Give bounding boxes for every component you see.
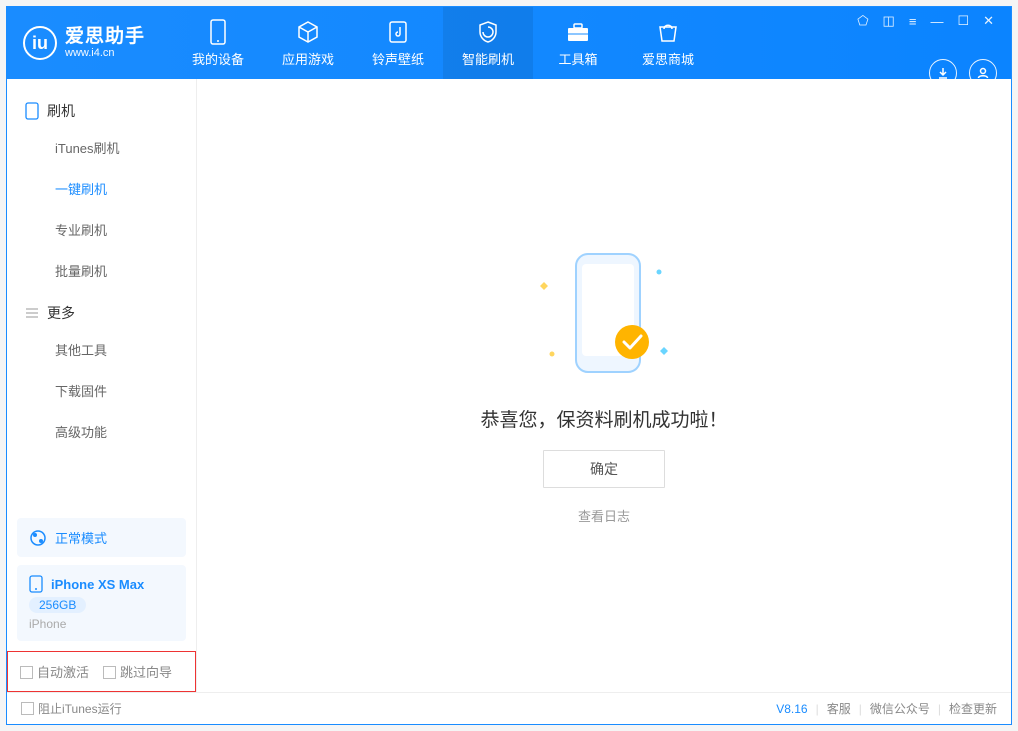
app-window: iu 爱思助手 www.i4.cn 我的设备 应用游戏 铃声壁纸 智能刷机 工具…	[6, 6, 1012, 725]
options-highlight-box: 自动激活 跳过向导	[7, 651, 196, 692]
sidebar-item-other-tools[interactable]: 其他工具	[7, 329, 196, 370]
device-type: iPhone	[29, 617, 174, 631]
list-icon	[25, 306, 39, 320]
minimize-button[interactable]: —	[927, 14, 946, 29]
maximize-button[interactable]: ☐	[954, 13, 972, 29]
logo[interactable]: iu 爱思助手 www.i4.cn	[23, 26, 145, 60]
sidebar-item-download-firmware[interactable]: 下载固件	[7, 370, 196, 411]
body: 刷机 iTunes刷机 一键刷机 专业刷机 批量刷机 更多 其他工具 下载固件 …	[7, 79, 1011, 692]
sidebar-item-batch-flash[interactable]: 批量刷机	[7, 250, 196, 291]
version-label: V8.16	[776, 702, 807, 716]
nav-ringtone-wallpaper[interactable]: 铃声壁纸	[353, 7, 443, 79]
nav-apps-games[interactable]: 应用游戏	[263, 7, 353, 79]
sidebar-section-flash: 刷机	[7, 89, 196, 127]
checkbox-auto-activate[interactable]: 自动激活	[20, 662, 89, 681]
close-button[interactable]: ✕	[980, 13, 997, 29]
device-card[interactable]: iPhone XS Max 256GB iPhone	[17, 565, 186, 641]
menu-icon[interactable]: ≡	[906, 14, 920, 29]
sidebar-item-advanced[interactable]: 高级功能	[7, 411, 196, 452]
nav-store[interactable]: 爱思商城	[623, 7, 713, 79]
checkbox-block-itunes[interactable]: 阻止iTunes运行	[21, 700, 122, 717]
titlebar: iu 爱思助手 www.i4.cn 我的设备 应用游戏 铃声壁纸 智能刷机 工具…	[7, 7, 1011, 79]
main-content: 恭喜您，保资料刷机成功啦！ 确定 查看日志	[197, 79, 1011, 692]
ok-button[interactable]: 确定	[543, 450, 665, 488]
nav-smart-flash[interactable]: 智能刷机	[443, 7, 533, 79]
toolbox-icon	[565, 19, 591, 45]
phone-outline-icon	[25, 102, 39, 120]
customer-service-link[interactable]: 客服	[827, 700, 851, 717]
app-name: 爱思助手	[65, 27, 145, 48]
sidebar-item-pro-flash[interactable]: 专业刷机	[7, 209, 196, 250]
app-url: www.i4.cn	[65, 47, 145, 59]
window-controls: ⬠ ◫ ≡ — ☐ ✕	[854, 13, 997, 29]
sidebar-item-itunes-flash[interactable]: iTunes刷机	[7, 127, 196, 168]
check-update-link[interactable]: 检查更新	[949, 700, 997, 717]
mode-icon	[29, 529, 47, 547]
nav-toolbox[interactable]: 工具箱	[533, 7, 623, 79]
logo-icon: iu	[23, 26, 57, 60]
statusbar: 阻止iTunes运行 V8.16 | 客服 | 微信公众号 | 检查更新	[7, 692, 1011, 724]
sidebar-section-more: 更多	[7, 291, 196, 329]
view-log-link[interactable]: 查看日志	[578, 506, 630, 525]
wechat-link[interactable]: 微信公众号	[870, 700, 930, 717]
mode-card[interactable]: 正常模式	[17, 518, 186, 557]
main-nav: 我的设备 应用游戏 铃声壁纸 智能刷机 工具箱 爱思商城	[173, 7, 713, 79]
config-icon[interactable]: ⬠	[854, 13, 871, 29]
device-small-icon	[29, 575, 43, 593]
device-icon	[205, 19, 231, 45]
sidebar: 刷机 iTunes刷机 一键刷机 专业刷机 批量刷机 更多 其他工具 下载固件 …	[7, 79, 197, 692]
cube-icon	[295, 19, 321, 45]
success-title: 恭喜您，保资料刷机成功啦！	[480, 405, 727, 432]
checkbox-skip-guide[interactable]: 跳过向导	[103, 662, 172, 681]
success-illustration	[554, 247, 654, 387]
device-storage: 256GB	[29, 597, 86, 613]
store-icon	[655, 19, 681, 45]
skin-icon[interactable]: ◫	[880, 13, 898, 29]
shield-icon	[475, 19, 501, 45]
sidebar-item-oneclick-flash[interactable]: 一键刷机	[7, 168, 196, 209]
device-name: iPhone XS Max	[51, 577, 144, 592]
music-icon	[385, 19, 411, 45]
nav-my-device[interactable]: 我的设备	[173, 7, 263, 79]
